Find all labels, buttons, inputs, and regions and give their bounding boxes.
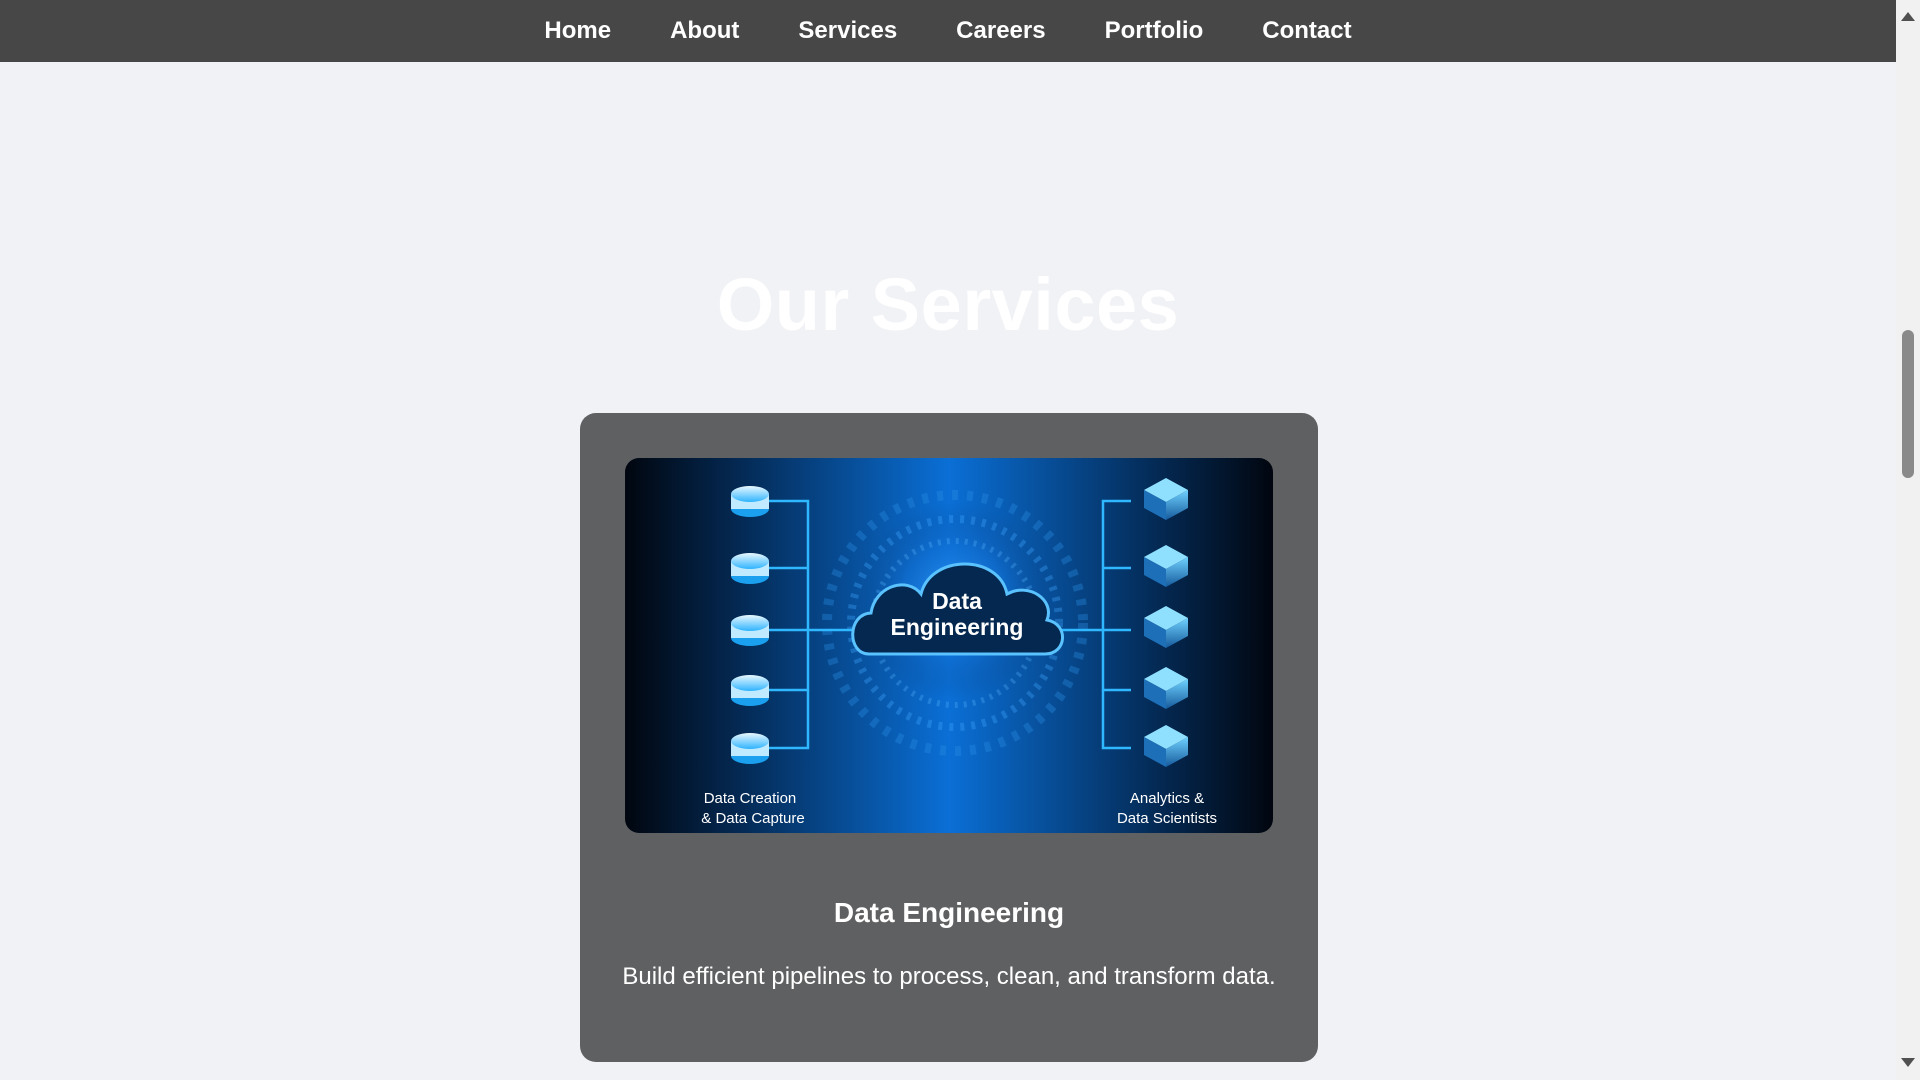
data-engineering-illustration: Data Engineering Data Creation & Data Ca… [625,458,1273,833]
nav-link-about[interactable]: About [670,17,739,44]
service-card-data-engineering[interactable]: Data Engineering Data Creation & Data Ca… [580,413,1318,1062]
left-caption-line1: Data Creation [704,790,797,807]
section-title: Our Services [716,263,1180,346]
cloud-label-line1: Data [932,588,982,614]
scrollbar-thumb[interactable] [1902,330,1914,478]
nav-link-home[interactable]: Home [544,17,611,44]
database-icon-4 [731,675,769,706]
database-icon-2 [731,553,769,584]
nav-link-careers[interactable]: Careers [956,17,1045,44]
card-title: Data Engineering [833,897,1065,928]
top-navbar: Home About Services Careers Portfolio Co… [0,0,1896,62]
card-description: Build efficient pipelines to process, cl… [622,963,1276,990]
nav-menu: Home About Services Careers Portfolio Co… [0,0,1896,62]
right-caption-line1: Analytics & [1130,790,1204,807]
database-icon-5 [731,733,769,764]
scroll-down-arrow-icon[interactable] [1901,1058,1915,1067]
nav-link-services[interactable]: Services [798,17,897,44]
database-icon-3 [731,615,769,646]
database-icon-1 [731,486,769,517]
illustration-svg: Data Engineering Data Creation & Data Ca… [625,458,1273,833]
nav-link-contact[interactable]: Contact [1262,17,1351,44]
right-caption-line2: Data Scientists [1117,810,1217,827]
scroll-up-arrow-icon[interactable] [1901,12,1915,21]
vertical-scrollbar[interactable] [1896,0,1920,1080]
nav-link-portfolio[interactable]: Portfolio [1105,17,1204,44]
cloud-label-line2: Engineering [891,614,1024,640]
left-caption-line2: & Data Capture [701,810,804,827]
